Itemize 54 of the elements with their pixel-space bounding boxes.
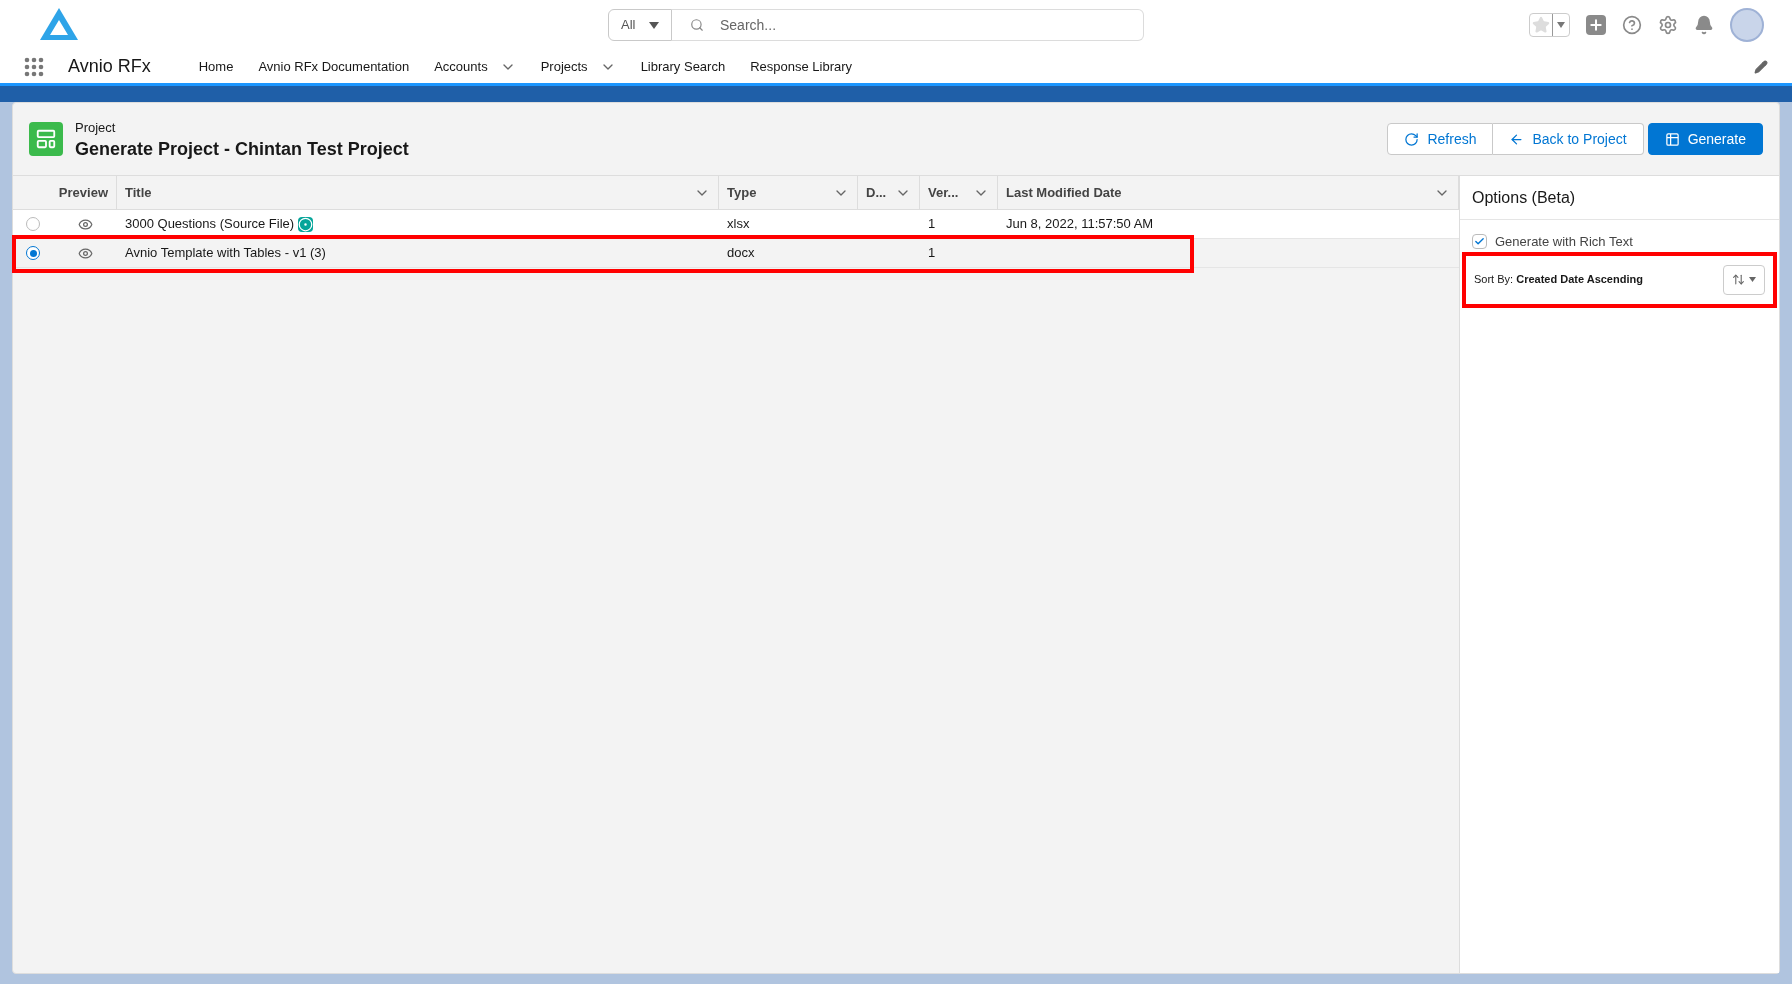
column-header[interactable]: D... [858, 176, 920, 209]
row-radio[interactable] [26, 246, 40, 260]
preview-icon[interactable] [77, 216, 93, 232]
checkbox-label: Generate with Rich Text [1495, 233, 1633, 251]
help-icon[interactable] [1622, 15, 1642, 35]
sort-arrows-icon [1732, 273, 1745, 286]
sort-menu-button[interactable] [1723, 264, 1765, 295]
table-cell: docx [727, 245, 755, 261]
bell-icon[interactable] [1694, 15, 1714, 35]
table-cell-text: 3000 Questions (Source File) [125, 215, 295, 234]
search-icon [690, 18, 704, 32]
settings-icon[interactable] [1658, 15, 1678, 35]
column-header[interactable]: Ver... [920, 176, 998, 209]
project-icon [29, 122, 63, 156]
action-button[interactable]: Refresh [1387, 123, 1494, 155]
action-button[interactable]: Generate [1647, 123, 1763, 155]
column-header[interactable]: Title [117, 176, 719, 209]
column-header[interactable]: Preview [53, 176, 117, 209]
table-cell: xlsx [727, 216, 750, 232]
add-icon[interactable] [1586, 15, 1606, 35]
nav-item[interactable]: Library Search [628, 56, 738, 77]
nav-item[interactable]: Accounts [422, 56, 528, 77]
nav-item[interactable]: Home [186, 56, 246, 77]
column-header[interactable]: Type [719, 176, 858, 209]
checkbox[interactable] [1472, 234, 1487, 250]
table-cell: 1 [928, 245, 936, 261]
action-icon [1509, 131, 1525, 147]
source-badge-icon [298, 216, 314, 232]
nav-item[interactable]: Response Library [738, 56, 865, 77]
app-launcher-icon[interactable] [24, 56, 44, 77]
caret-icon [1749, 277, 1756, 282]
action-icon [1664, 131, 1680, 147]
object-label: Project [75, 119, 117, 137]
favorites-button[interactable] [1529, 13, 1570, 37]
table-cell-text: Avnio Template with Tables - v1 (3) [125, 244, 326, 263]
avatar[interactable] [1730, 8, 1764, 42]
row-radio[interactable] [26, 217, 40, 231]
preview-icon[interactable] [77, 245, 93, 261]
app-name: Avnio RFx [68, 55, 151, 78]
table-cell: 1 [928, 216, 936, 232]
edit-icon[interactable] [1754, 59, 1768, 74]
search-scope-dropdown[interactable]: All [608, 9, 672, 41]
search-field[interactable]: Search... [672, 9, 1144, 41]
nav-item[interactable]: Avnio RFx Documentation [246, 56, 422, 77]
sort-label: Sort By: Created Date Ascending [1474, 272, 1643, 288]
action-icon [1404, 131, 1420, 147]
caret-icon [649, 21, 659, 29]
caret-icon [1557, 22, 1565, 28]
nav-item[interactable]: Projects [528, 56, 628, 77]
panel-title: Options (Beta) [1472, 187, 1576, 208]
page-title: Generate Project - Chintan Test Project [75, 137, 409, 160]
table-cell: Jun 8, 2022, 11:57:50 AM [1006, 216, 1154, 232]
star-icon [1532, 16, 1550, 34]
action-button[interactable]: Back to Project [1493, 123, 1644, 155]
